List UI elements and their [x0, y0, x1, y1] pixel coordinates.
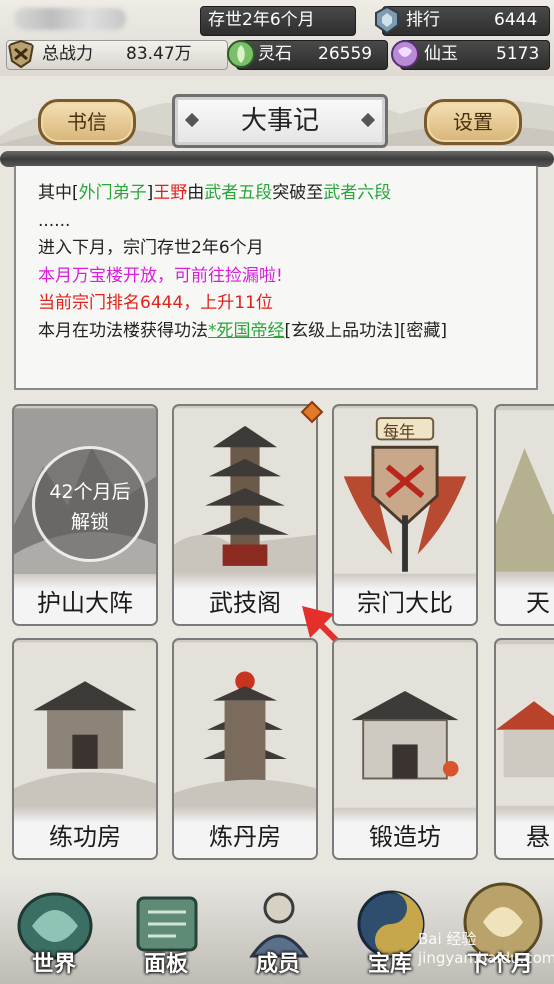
yearly-badge: 每年: [383, 422, 416, 441]
status-row-1: 存世2年6个月 排行 6444: [0, 2, 554, 38]
power-icon: [7, 39, 35, 69]
nav-members-label: 成员: [255, 952, 300, 977]
card-mountain-array[interactable]: 42个月后 解锁 护山大阵: [12, 404, 158, 626]
card-label: 护山大阵: [14, 574, 156, 624]
power-pill: [6, 40, 228, 70]
rank-icon: [375, 5, 399, 35]
page-title-plaque: 大事记: [172, 94, 388, 148]
top-status-bar: 存世2年6个月 排行 6444 总战力 83.47万 灵石 26559 仙玉 5…: [0, 0, 554, 76]
card-label: 炼丹房: [174, 808, 316, 858]
card-partial-right-1[interactable]: 天: [494, 404, 554, 626]
log-rank-from: 武者五段: [204, 183, 273, 203]
partial-art: [496, 644, 554, 806]
log-role: 外门弟子: [78, 183, 147, 203]
card-label: 悬: [496, 808, 554, 858]
letters-button-label: 书信: [67, 110, 107, 134]
log-text: 突破至: [272, 183, 324, 203]
settings-button[interactable]: 设置: [424, 99, 522, 145]
plaque-left-ornament: [184, 112, 200, 128]
card-forge[interactable]: 锻造坊: [332, 638, 478, 860]
log-disciple-name: 王野: [153, 183, 188, 203]
spirit-stone-label: 灵石: [258, 44, 292, 64]
power-value: 83.47万: [126, 44, 192, 64]
jade-icon: [391, 40, 419, 68]
card-martial-pavilion[interactable]: 武技阁: [172, 404, 318, 626]
lock-text-line1: 42个月后: [49, 481, 131, 503]
card-partial-right-2[interactable]: 悬: [494, 638, 554, 860]
log-rank-to: 武者六段: [323, 183, 392, 203]
training-room-art: [14, 642, 156, 808]
card-alchemy-room[interactable]: 炼丹房: [172, 638, 318, 860]
card-label: 锻造坊: [334, 808, 476, 858]
log-text: 本月在功法楼获得功法: [38, 320, 208, 341]
nav-panel-label: 面板: [143, 952, 188, 977]
jade-label: 仙玉: [424, 44, 458, 64]
letters-button[interactable]: 书信: [38, 99, 136, 145]
event-log[interactable]: 其中[外门弟子]王野由武者五段突破至武者六段 ...... 进入下月，宗门存世2…: [14, 166, 538, 390]
nav-panel-button[interactable]: 面板: [116, 876, 216, 984]
player-name-blurred: [14, 8, 126, 30]
log-text: 由: [187, 183, 205, 203]
plaque-right-ornament: [360, 112, 376, 128]
sect-time: 存世2年6个月: [208, 10, 315, 30]
nav-members-button[interactable]: 成员: [228, 876, 328, 984]
rank-label: 排行: [406, 10, 440, 30]
log-line: 进入下月，宗门存世2年6个月: [38, 238, 264, 258]
partial-art: [496, 410, 554, 572]
log-line: 本月在功法楼获得功法*死国帝经[玄级上品功法][密藏]: [38, 318, 514, 346]
card-training-room[interactable]: 练功房: [12, 638, 158, 860]
card-label: 练功房: [14, 808, 156, 858]
log-line: ......: [38, 210, 71, 231]
spirit-stone-value: 26559: [318, 44, 373, 64]
forge-art: [334, 642, 476, 808]
log-line: 本月万宝楼开放，可前往捡漏啦!: [38, 265, 283, 286]
page-title: 大事记: [240, 106, 319, 136]
alchemy-room-art: [174, 642, 316, 808]
pagoda-art: [174, 408, 316, 574]
log-line: 其中[外门弟子]王野由武者五段突破至武者六段: [38, 180, 514, 208]
rank-value: 6444: [494, 10, 538, 30]
log-text: [玄级上品功法][密藏]: [284, 320, 448, 341]
nav-world-label: 世界: [31, 952, 76, 977]
scroll-rod: [0, 151, 554, 167]
jade-value: 5173: [496, 44, 540, 64]
notification-dot-icon: [300, 400, 324, 424]
spirit-stone-icon: [227, 40, 255, 68]
log-line: 当前宗门排名6444，上升11位: [38, 293, 273, 313]
nav-world-button[interactable]: 世界: [4, 876, 104, 984]
lock-text-line2: 解锁: [70, 511, 109, 533]
power-label: 总战力: [42, 44, 93, 64]
status-row-2: 总战力 83.47万 灵石 26559 仙玉 5173: [0, 36, 554, 72]
log-text: 其中[: [38, 183, 79, 203]
card-label: 天: [496, 574, 554, 624]
technique-link[interactable]: *死国帝经: [208, 321, 285, 341]
lock-badge: 42个月后 解锁: [32, 446, 148, 562]
card-sect-tournament[interactable]: 每年 宗门大比: [332, 404, 478, 626]
watermark: Bai 经验 jingyan.baidu.com: [418, 930, 554, 967]
settings-button-label: 设置: [453, 110, 493, 134]
